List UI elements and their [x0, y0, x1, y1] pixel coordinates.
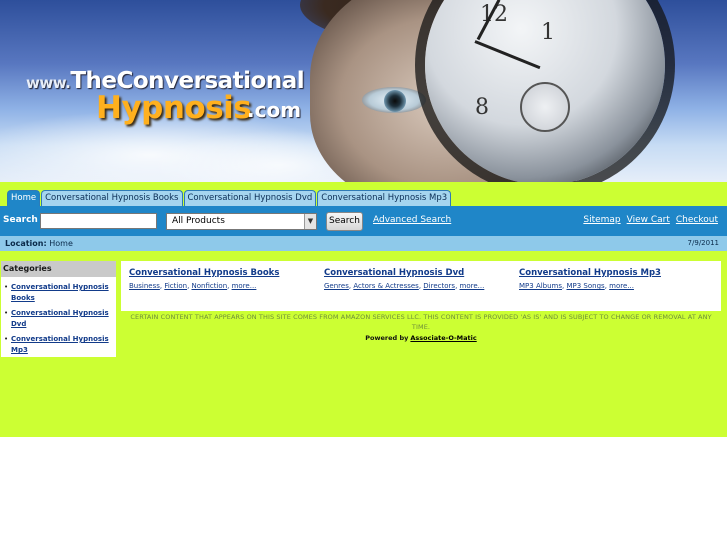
- page-wrapper: 12 1 8 www.TheConversational Hypnosis .c…: [0, 0, 727, 437]
- category-block-books: Conversational Hypnosis Books Business, …: [129, 268, 319, 290]
- category-block-mp3: Conversational Hypnosis Mp3 MP3 Albums, …: [519, 268, 709, 290]
- powered-label: Powered by: [365, 334, 409, 342]
- more-link[interactable]: more...: [460, 282, 485, 290]
- chevron-down-icon[interactable]: ▼: [304, 214, 316, 229]
- watch-numeral: 1: [541, 20, 555, 45]
- watch-numeral: 8: [475, 95, 489, 120]
- advanced-search-link[interactable]: Advanced Search: [373, 215, 451, 225]
- header-banner: 12 1 8 www.TheConversational Hypnosis .c…: [0, 0, 727, 182]
- tab-dvd[interactable]: Conversational Hypnosis Dvd: [183, 190, 317, 206]
- site-logo-hypnosis[interactable]: Hypnosis: [96, 90, 252, 126]
- sidebar-item: • Conversational Hypnosis Dvd: [4, 308, 113, 330]
- more-link[interactable]: more...: [609, 282, 634, 290]
- category-block-dvd: Conversational Hypnosis Dvd Genres, Acto…: [324, 268, 514, 290]
- checkout-link[interactable]: Checkout: [676, 215, 718, 225]
- categories-sidebar: Categories • Conversational Hypnosis Boo…: [1, 261, 116, 357]
- location-value: Home: [49, 239, 73, 248]
- category-title-books[interactable]: Conversational Hypnosis Books: [129, 268, 319, 278]
- sidebar-item-books[interactable]: Conversational Hypnosis Books: [11, 283, 109, 302]
- location-label: Location:: [5, 239, 47, 248]
- current-date: 7/9/2011: [687, 239, 719, 247]
- sidebar-item-dvd[interactable]: Conversational Hypnosis Dvd: [11, 309, 109, 328]
- associate-o-matic-link[interactable]: Associate-O-Matic: [410, 334, 476, 342]
- subcategory-link[interactable]: Actors & Actresses: [353, 282, 419, 290]
- sitemap-link[interactable]: Sitemap: [583, 215, 620, 225]
- subcategory-link[interactable]: Business: [129, 282, 160, 290]
- watch-subdial: [520, 82, 570, 132]
- bullet-icon: •: [4, 283, 9, 291]
- category-title-dvd[interactable]: Conversational Hypnosis Dvd: [324, 268, 514, 278]
- nav-tabs: Home Conversational Hypnosis Books Conve…: [7, 190, 452, 206]
- product-category-select[interactable]: All Products ▼: [166, 213, 317, 230]
- search-bar: Search All Products ▼ Search Advanced Se…: [0, 206, 727, 236]
- subcategory-links: Genres, Actors & Actresses, Directors, m…: [324, 282, 485, 290]
- search-input[interactable]: [40, 213, 157, 229]
- site-logo-tld: .com: [247, 98, 302, 122]
- sidebar-item: • Conversational Hypnosis Books: [4, 282, 113, 304]
- tab-home[interactable]: Home: [7, 190, 41, 206]
- subcategory-link[interactable]: Genres: [324, 282, 349, 290]
- sidebar-heading: Categories: [1, 261, 116, 277]
- sidebar-item-mp3[interactable]: Conversational Hypnosis Mp3: [11, 335, 109, 354]
- logo-www: www.: [26, 74, 71, 92]
- search-label: Search: [3, 215, 38, 225]
- subcategory-link[interactable]: Fiction: [164, 282, 187, 290]
- subcategory-links: MP3 Albums, MP3 Songs, more...: [519, 282, 634, 290]
- banner-iris-image: [384, 90, 406, 112]
- amazon-disclaimer: CERTAIN CONTENT THAT APPEARS ON THIS SIT…: [130, 313, 712, 331]
- bullet-icon: •: [4, 309, 9, 317]
- sidebar-item: • Conversational Hypnosis Mp3: [4, 334, 113, 356]
- main-categories: Conversational Hypnosis Books Business, …: [121, 261, 721, 311]
- bullet-icon: •: [4, 335, 9, 343]
- breadcrumb: Location: Home: [5, 239, 73, 248]
- powered-by: Powered by Associate-O-Matic: [122, 334, 720, 342]
- subcategory-link[interactable]: MP3 Songs: [566, 282, 604, 290]
- more-link[interactable]: more...: [232, 282, 257, 290]
- select-value: All Products: [172, 216, 225, 226]
- tab-books[interactable]: Conversational Hypnosis Books: [41, 190, 183, 206]
- sidebar-list: • Conversational Hypnosis Books • Conver…: [1, 277, 116, 356]
- subcategory-link[interactable]: Nonfiction: [192, 282, 228, 290]
- subcategory-link[interactable]: MP3 Albums: [519, 282, 562, 290]
- subcategory-links: Business, Fiction, Nonfiction, more...: [129, 282, 257, 290]
- location-bar: Location: Home 7/9/2011: [0, 236, 727, 251]
- subcategory-link[interactable]: Directors: [423, 282, 455, 290]
- view-cart-link[interactable]: View Cart: [627, 215, 670, 225]
- tab-mp3[interactable]: Conversational Hypnosis Mp3: [317, 190, 452, 206]
- category-title-mp3[interactable]: Conversational Hypnosis Mp3: [519, 268, 709, 278]
- search-button[interactable]: Search: [326, 212, 363, 231]
- header-links: Sitemap View Cart Checkout: [583, 215, 718, 225]
